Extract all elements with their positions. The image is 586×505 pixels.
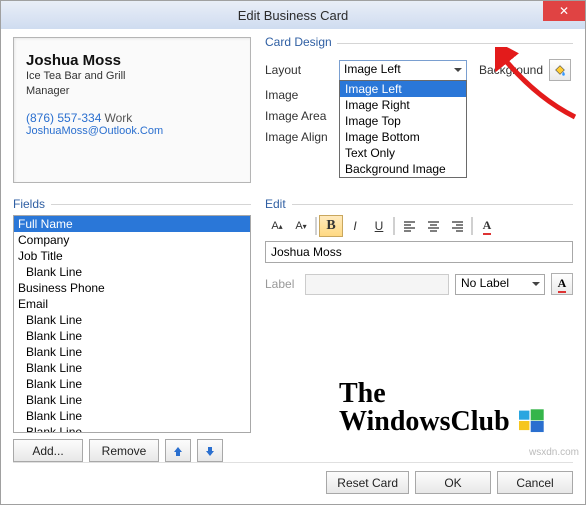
- edit-business-card-dialog: Edit Business Card ✕ Joshua Moss Ice Tea…: [0, 0, 586, 505]
- preview-email: JoshuaMoss@Outlook.Com: [26, 125, 238, 137]
- card-preview: Joshua Moss Ice Tea Bar and Grill Manage…: [13, 37, 251, 183]
- windows-logo-icon: [519, 408, 545, 434]
- field-item[interactable]: Blank Line: [14, 376, 250, 392]
- field-item[interactable]: Full Name: [14, 216, 250, 232]
- field-item[interactable]: Blank Line: [14, 424, 250, 433]
- card-design-group: Card Design Layout Image Left Background…: [265, 37, 573, 183]
- layout-select[interactable]: Image Left: [339, 60, 467, 81]
- font-color-icon: A: [558, 276, 567, 293]
- edit-value-input[interactable]: [265, 241, 573, 263]
- field-item[interactable]: Blank Line: [14, 328, 250, 344]
- align-left-icon: [403, 220, 416, 232]
- image-label: Image: [265, 88, 339, 102]
- format-toolbar: A▴ A▾ B I U A: [265, 215, 573, 237]
- cancel-button[interactable]: Cancel: [497, 471, 573, 494]
- card-design-label: Card Design: [265, 35, 332, 49]
- arrow-down-icon: [204, 445, 216, 457]
- align-right-icon: [451, 220, 464, 232]
- titlebar: Edit Business Card ✕: [1, 1, 585, 29]
- label-color-button[interactable]: A: [551, 273, 573, 295]
- edit-label: Edit: [265, 197, 286, 211]
- italic-button[interactable]: I: [343, 215, 367, 237]
- align-center-button[interactable]: [421, 215, 445, 237]
- layout-option-text-only[interactable]: Text Only: [340, 145, 466, 161]
- field-item[interactable]: Blank Line: [14, 344, 250, 360]
- label-position-select[interactable]: No Label: [455, 274, 545, 295]
- preview-name: Joshua Moss: [26, 52, 238, 69]
- remove-field-button[interactable]: Remove: [89, 439, 159, 462]
- reset-card-button[interactable]: Reset Card: [326, 471, 409, 494]
- close-button[interactable]: ✕: [543, 1, 585, 21]
- field-item[interactable]: Blank Line: [14, 392, 250, 408]
- move-up-button[interactable]: [165, 439, 191, 462]
- preview-jobtitle: Manager: [26, 84, 238, 99]
- dialog-footer: Reset Card OK Cancel: [13, 462, 573, 494]
- preview-company: Ice Tea Bar and Grill: [26, 69, 238, 84]
- fields-group: Fields Full NameCompanyJob TitleBlank Li…: [13, 197, 251, 462]
- layout-option-background-image[interactable]: Background Image: [340, 161, 466, 177]
- ok-button[interactable]: OK: [415, 471, 491, 494]
- decrease-font-button[interactable]: A▾: [289, 215, 313, 237]
- increase-font-button[interactable]: A▴: [265, 215, 289, 237]
- label-caption: Label: [265, 277, 299, 291]
- fields-listbox[interactable]: Full NameCompanyJob TitleBlank LineBusin…: [13, 215, 251, 433]
- background-color-button[interactable]: [549, 59, 571, 81]
- field-item[interactable]: Email: [14, 296, 250, 312]
- field-item[interactable]: Blank Line: [14, 264, 250, 280]
- field-item[interactable]: Blank Line: [14, 408, 250, 424]
- field-item[interactable]: Job Title: [14, 248, 250, 264]
- layout-option-image-top[interactable]: Image Top: [340, 113, 466, 129]
- watermark: The WindowsClub: [339, 380, 545, 436]
- background-label: Background: [479, 63, 543, 77]
- layout-option-image-right[interactable]: Image Right: [340, 97, 466, 113]
- fields-label: Fields: [13, 197, 45, 211]
- layout-dropdown[interactable]: Image Left Image Right Image Top Image B…: [339, 80, 467, 178]
- field-item[interactable]: Blank Line: [14, 312, 250, 328]
- align-center-icon: [427, 220, 440, 232]
- label-input[interactable]: [305, 274, 449, 295]
- arrow-up-icon: [172, 445, 184, 457]
- layout-option-image-left[interactable]: Image Left: [340, 81, 466, 97]
- close-icon: ✕: [559, 4, 569, 18]
- image-align-label: Image Align: [265, 130, 339, 144]
- field-item[interactable]: Company: [14, 232, 250, 248]
- align-left-button[interactable]: [397, 215, 421, 237]
- window-title: Edit Business Card: [1, 8, 585, 23]
- field-item[interactable]: Business Phone: [14, 280, 250, 296]
- preview-phone: (876) 557-334 Work: [26, 111, 238, 125]
- layout-option-image-bottom[interactable]: Image Bottom: [340, 129, 466, 145]
- underline-button[interactable]: U: [367, 215, 391, 237]
- image-area-label: Image Area: [265, 109, 339, 123]
- bold-button[interactable]: B: [319, 215, 343, 237]
- layout-label: Layout: [265, 63, 339, 77]
- add-field-button[interactable]: Add...: [13, 439, 83, 462]
- move-down-button[interactable]: [197, 439, 223, 462]
- field-item[interactable]: Blank Line: [14, 360, 250, 376]
- source-credit: wsxdn.com: [529, 447, 579, 458]
- align-right-button[interactable]: [445, 215, 469, 237]
- font-color-button[interactable]: A: [475, 215, 499, 237]
- paint-bucket-icon: [553, 63, 567, 77]
